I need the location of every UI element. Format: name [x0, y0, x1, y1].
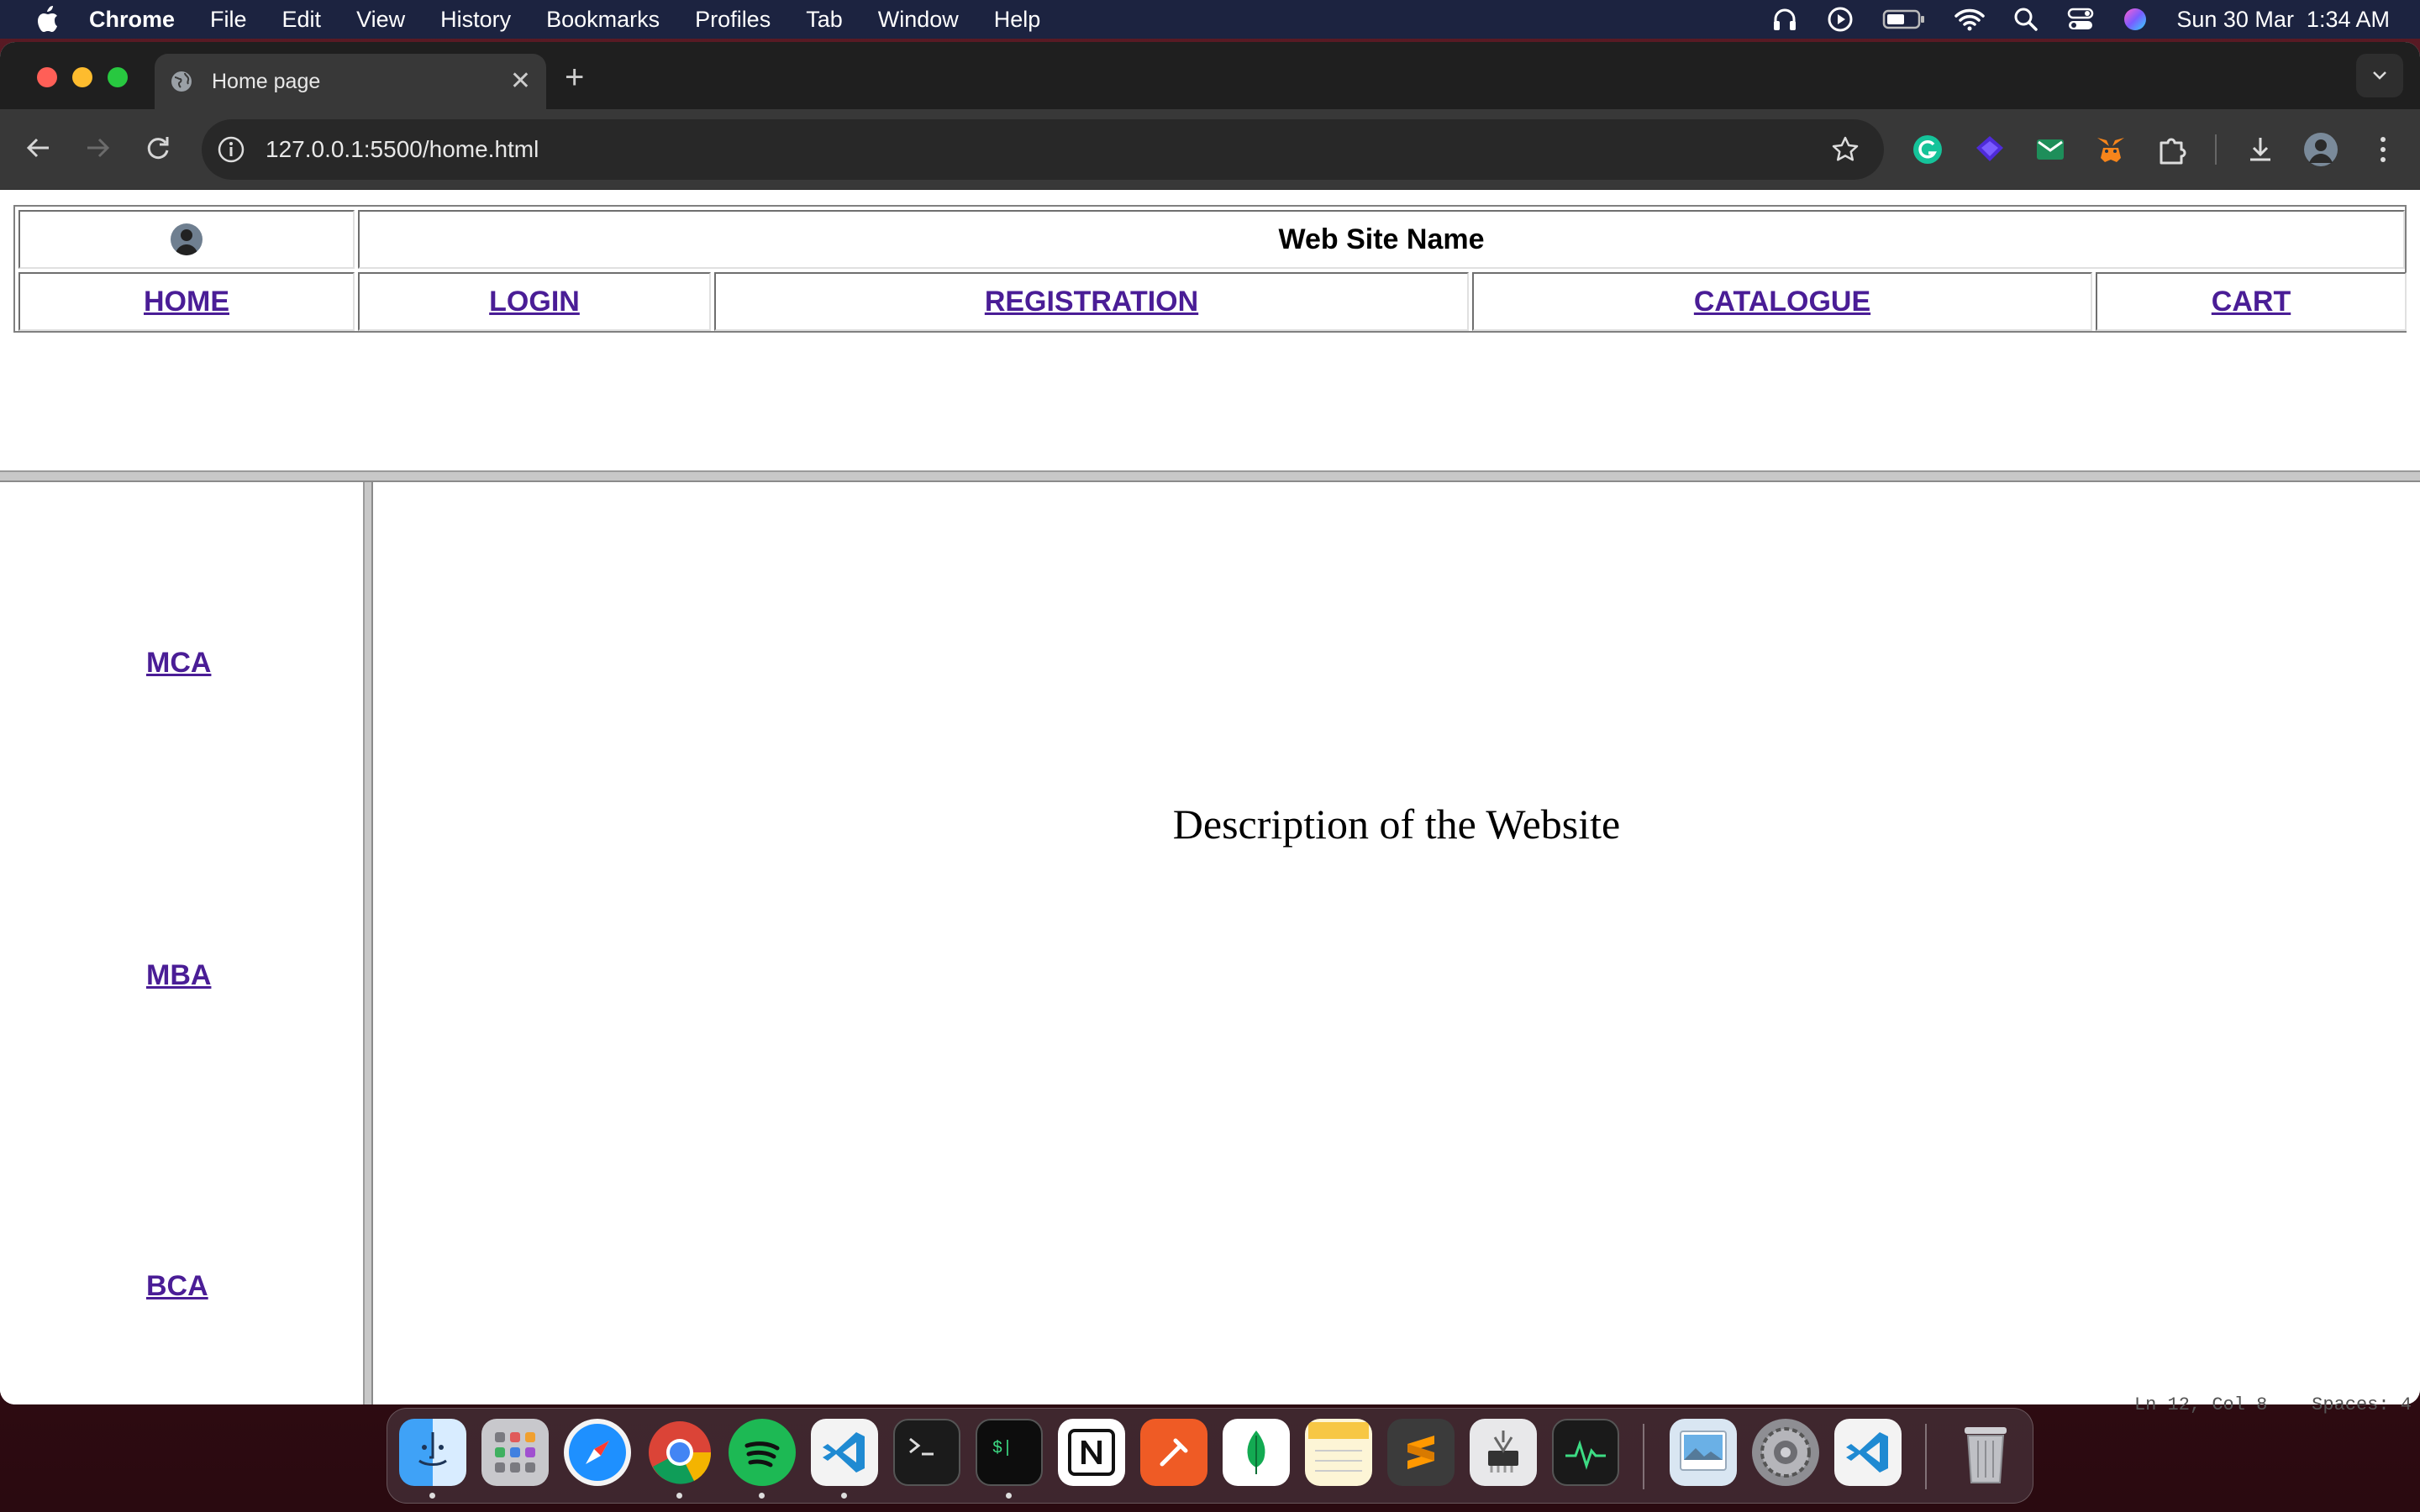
- menu-file[interactable]: File: [210, 7, 247, 33]
- header-table: Web Site Name HOME LOGIN REGISTRATION CA…: [13, 205, 2407, 333]
- url-text[interactable]: 127.0.0.1:5500/home.html: [266, 136, 539, 163]
- sidebar-link-bca[interactable]: BCA: [146, 1270, 208, 1303]
- system-information-icon[interactable]: [1470, 1419, 1537, 1486]
- chrome-window: Home page ✕ + 127.0.0.1:5500/home.html W…: [0, 42, 2420, 1404]
- notion-icon[interactable]: [1058, 1419, 1125, 1486]
- chevron-down-icon: [2373, 71, 2386, 80]
- svg-text:$|: $|: [992, 1439, 1013, 1458]
- metamask-extension-icon[interactable]: [2091, 129, 2131, 170]
- extensions-puzzle-icon[interactable]: [2151, 129, 2191, 170]
- layers-extension-icon[interactable]: [1970, 129, 2010, 170]
- grammarly-extension-icon[interactable]: [1907, 129, 1948, 170]
- site-logo: [171, 223, 203, 255]
- sidebar-link-mca[interactable]: MCA: [146, 647, 211, 680]
- nav-cell-registration: REGISTRATION: [714, 272, 1469, 331]
- nav-link-login[interactable]: LOGIN: [489, 286, 580, 318]
- macos-menubar: Chrome File Edit View History Bookmarks …: [0, 0, 2420, 39]
- control-center-icon[interactable]: [2067, 7, 2094, 32]
- nav-link-registration[interactable]: REGISTRATION: [985, 286, 1198, 318]
- chrome-icon[interactable]: [646, 1419, 713, 1486]
- editor-status-bar: Ln 12, Col 8 Spaces: 4: [2133, 1394, 2412, 1415]
- close-window-button[interactable]: [37, 67, 57, 87]
- apple-menu-icon[interactable]: [30, 5, 64, 34]
- forward-button[interactable]: [81, 131, 114, 165]
- menubar-clock[interactable]: Sun 30 Mar 1:34 AM: [2176, 7, 2390, 33]
- menu-window[interactable]: Window: [878, 7, 959, 33]
- menu-app-name[interactable]: Chrome: [89, 7, 175, 33]
- trash-icon[interactable]: [1952, 1419, 2019, 1486]
- spotlight-search-icon[interactable]: [2013, 7, 2039, 32]
- menu-history[interactable]: History: [440, 7, 511, 33]
- postman-icon[interactable]: [1140, 1419, 1207, 1486]
- toolbar-separator: [2215, 134, 2217, 165]
- close-tab-icon[interactable]: ✕: [510, 69, 531, 94]
- launchpad-icon[interactable]: [481, 1419, 549, 1486]
- headphones-icon[interactable]: [1771, 6, 1798, 33]
- minimize-window-button[interactable]: [72, 67, 92, 87]
- sidebar-link-mba[interactable]: MBA: [146, 959, 211, 992]
- battery-icon[interactable]: [1882, 8, 1926, 31]
- site-name-cell: Web Site Name: [358, 210, 2405, 269]
- now-playing-icon[interactable]: [1827, 6, 1854, 33]
- bookmark-star-icon[interactable]: [1830, 134, 1860, 165]
- website-description: Description of the Website: [1172, 801, 1621, 848]
- horizontal-frame-divider[interactable]: [0, 470, 2420, 482]
- globe-icon: [170, 70, 193, 93]
- terminal-icon[interactable]: [893, 1419, 960, 1486]
- zoom-window-button[interactable]: [108, 67, 128, 87]
- menu-tab[interactable]: Tab: [806, 7, 843, 33]
- finder-icon[interactable]: [399, 1419, 466, 1486]
- menu-view[interactable]: View: [356, 7, 405, 33]
- mongodb-compass-icon[interactable]: [1223, 1419, 1290, 1486]
- vscode-icon[interactable]: [811, 1419, 878, 1486]
- nav-cell-cart: CART: [2096, 272, 2407, 331]
- safari-icon[interactable]: [564, 1419, 631, 1486]
- vertical-frame-divider[interactable]: [363, 482, 373, 1404]
- nav-cell-catalogue: CATALOGUE: [1472, 272, 2092, 331]
- menu-edit[interactable]: Edit: [282, 7, 322, 33]
- nav-cell-home: HOME: [18, 272, 355, 331]
- site-name: Web Site Name: [1278, 223, 1485, 255]
- address-bar[interactable]: 127.0.0.1:5500/home.html: [202, 119, 1884, 180]
- nav-link-catalogue[interactable]: CATALOGUE: [1694, 286, 1870, 318]
- spotify-icon[interactable]: [729, 1419, 796, 1486]
- left-sidebar-frame: MCA MBA BCA: [0, 482, 363, 1404]
- profile-avatar[interactable]: [2301, 129, 2341, 170]
- tab-home-page[interactable]: Home page ✕: [155, 54, 546, 109]
- nav-link-home[interactable]: HOME: [144, 286, 229, 318]
- chrome-menu-icon[interactable]: [2363, 129, 2403, 170]
- downloads-icon[interactable]: [2240, 129, 2281, 170]
- back-button[interactable]: [22, 131, 55, 165]
- browser-toolbar: 127.0.0.1:5500/home.html: [0, 109, 2420, 190]
- new-tab-button[interactable]: +: [565, 60, 584, 94]
- nav-cell-login: LOGIN: [358, 272, 711, 331]
- email-extension-icon[interactable]: [2030, 129, 2070, 170]
- preview-icon[interactable]: [1670, 1419, 1737, 1486]
- reload-button[interactable]: [141, 131, 175, 165]
- iterm-icon[interactable]: $|: [976, 1419, 1043, 1486]
- system-settings-icon[interactable]: [1752, 1419, 1819, 1486]
- notes-icon[interactable]: [1305, 1419, 1372, 1486]
- tab-title: Home page: [212, 69, 321, 93]
- macos-dock: $|: [387, 1408, 2033, 1504]
- wifi-icon[interactable]: [1954, 8, 1986, 31]
- siri-icon[interactable]: [2123, 7, 2148, 32]
- logo-cell: [18, 210, 355, 269]
- activity-monitor-icon[interactable]: [1552, 1419, 1619, 1486]
- web-page-content: Web Site Name HOME LOGIN REGISTRATION CA…: [0, 190, 2420, 1404]
- menu-profiles[interactable]: Profiles: [695, 7, 771, 33]
- window-controls: [37, 67, 128, 87]
- menu-help[interactable]: Help: [994, 7, 1041, 33]
- tab-strip: Home page ✕ +: [0, 42, 2420, 109]
- site-info-icon[interactable]: [217, 135, 245, 164]
- tab-search-button[interactable]: [2356, 54, 2403, 97]
- nav-link-cart[interactable]: CART: [2212, 286, 2291, 318]
- sublime-text-icon[interactable]: [1387, 1419, 1455, 1486]
- vscode-icon[interactable]: [1834, 1419, 1902, 1486]
- menu-bookmarks[interactable]: Bookmarks: [546, 7, 660, 33]
